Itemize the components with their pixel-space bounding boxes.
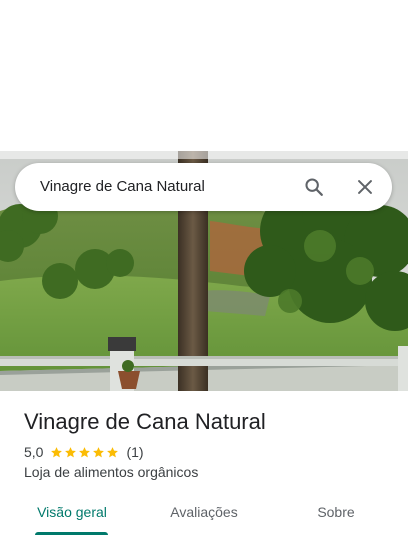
review-count[interactable]: (1) <box>126 444 143 460</box>
search-bar[interactable]: Vinagre de Cana Natural <box>15 163 392 211</box>
search-input[interactable]: Vinagre de Cana Natural <box>40 177 205 197</box>
star-icon <box>107 446 119 457</box>
place-title: Vinagre de Cana Natural <box>24 409 266 434</box>
tab-about[interactable]: Sobre <box>286 492 386 536</box>
tab-overview[interactable]: Visão geral <box>22 492 122 536</box>
star-icon <box>65 446 77 457</box>
place-tabs: Visão geral Avaliações Sobre <box>0 492 408 540</box>
star-icon <box>93 446 105 457</box>
maps-place-page: Vinagre de Cana Natural Vinagre de Cana … <box>0 0 408 542</box>
rating-value: 5,0 <box>24 444 44 460</box>
active-tab-indicator <box>35 532 108 535</box>
star-icon <box>79 446 91 457</box>
star-rating <box>50 446 120 459</box>
star-icon <box>51 446 63 457</box>
rating-row[interactable]: 5,0 (1) <box>24 443 144 461</box>
close-icon[interactable] <box>354 176 376 198</box>
tab-reviews[interactable]: Avaliações <box>154 492 254 536</box>
search-icon[interactable] <box>303 176 325 198</box>
place-category[interactable]: Loja de alimentos orgânicos <box>24 463 198 481</box>
